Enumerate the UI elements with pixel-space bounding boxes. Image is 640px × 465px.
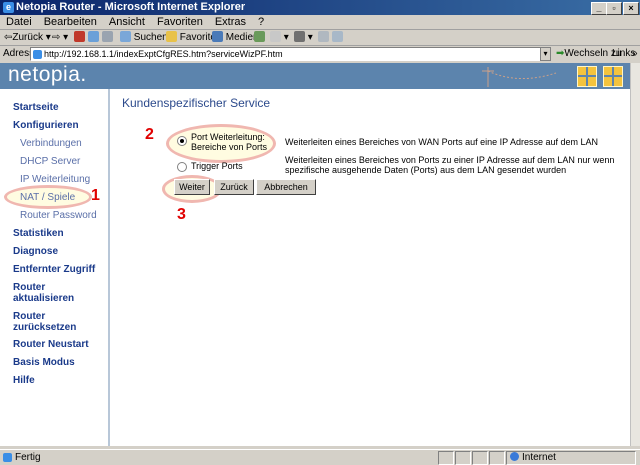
status-bar: Fertig Internet bbox=[0, 449, 640, 465]
port-forwarding-radio[interactable] bbox=[177, 136, 187, 146]
status-panel-3 bbox=[472, 451, 488, 465]
media-button[interactable]: Medien bbox=[212, 30, 259, 45]
home-icon[interactable] bbox=[102, 30, 113, 45]
toolbar: ⇦Zurück ▾ ⇨ ▾ Suchen Favoriten Medien ▾ … bbox=[0, 30, 640, 46]
annotation-number-2: 2 bbox=[145, 126, 154, 143]
sidebar-item-router-neustart[interactable]: Router Neustart bbox=[13, 339, 89, 350]
page-icon bbox=[33, 50, 42, 59]
address-dropdown-button[interactable]: ▾ bbox=[540, 47, 551, 61]
globe-icon bbox=[510, 452, 519, 461]
window-title-bar: e Netopia Router - Microsoft Internet Ex… bbox=[0, 0, 640, 15]
search-icon bbox=[120, 31, 131, 42]
main-content: Kundenspezifischer Service 2 Port Weiter… bbox=[110, 89, 630, 446]
menu-help[interactable]: ? bbox=[258, 16, 264, 28]
sidebar-item-verbindungen[interactable]: Verbindungen bbox=[20, 138, 82, 149]
back-nav-button[interactable]: Zurück bbox=[214, 179, 254, 195]
sidebar-item-konfigurieren[interactable]: Konfigurieren bbox=[13, 120, 79, 131]
menu-bar: Datei Bearbeiten Ansicht Favoriten Extras? bbox=[0, 15, 640, 30]
port-forwarding-label[interactable]: Port Weiterleitung: Bereiche von Ports bbox=[191, 132, 267, 152]
menu-bearbeiten[interactable]: Bearbeiten bbox=[44, 16, 97, 28]
status-page-icon bbox=[3, 450, 12, 465]
trigger-ports-label[interactable]: Trigger Ports bbox=[191, 161, 243, 171]
trigger-ports-radio[interactable] bbox=[177, 162, 187, 172]
next-button[interactable]: Weiter bbox=[174, 179, 210, 195]
mail-icon[interactable]: ▾ bbox=[270, 30, 289, 45]
antenna-graphic-icon bbox=[482, 67, 557, 87]
cancel-button[interactable]: Abbrechen bbox=[256, 179, 316, 195]
back-button[interactable]: ⇦Zurück ▾ bbox=[4, 30, 51, 45]
menu-favoriten[interactable]: Favoriten bbox=[157, 16, 203, 28]
sidebar-item-statistiken[interactable]: Statistiken bbox=[13, 228, 64, 239]
window-title: Netopia Router - Microsoft Internet Expl… bbox=[16, 1, 246, 13]
sidebar-item-startseite[interactable]: Startseite bbox=[13, 102, 59, 113]
edit-icon[interactable] bbox=[318, 30, 329, 45]
maximize-button[interactable]: ▫ bbox=[606, 2, 622, 15]
history-icon[interactable] bbox=[254, 30, 265, 45]
address-input[interactable]: http://192.168.1.1/indexExptCfgRES.htm?s… bbox=[30, 47, 550, 61]
messenger-icon[interactable] bbox=[332, 30, 343, 45]
status-panel-1 bbox=[438, 451, 454, 465]
menu-extras[interactable]: Extras bbox=[215, 16, 246, 28]
sidebar-item-entfernter-zugriff[interactable]: Entfernter Zugriff bbox=[13, 264, 95, 275]
sidebar-item-nat-spiele[interactable]: NAT / Spiele bbox=[20, 192, 75, 203]
port-forwarding-description: Weiterleiten eines Bereiches von WAN Por… bbox=[285, 137, 598, 147]
site-header: netopia. bbox=[0, 63, 630, 89]
sidebar-item-router-zuruecksetzen[interactable]: Router zurücksetzen bbox=[13, 311, 93, 333]
sidebar-item-router-aktualisieren[interactable]: Router aktualisieren bbox=[13, 282, 93, 304]
status-text: Fertig bbox=[15, 452, 41, 463]
page-title: Kundenspezifischer Service bbox=[122, 96, 271, 110]
status-panel-4 bbox=[489, 451, 505, 465]
vertical-scrollbar[interactable] bbox=[630, 63, 640, 446]
menu-ansicht[interactable]: Ansicht bbox=[109, 16, 145, 28]
address-bar: Adresse http://192.168.1.1/indexExptCfgR… bbox=[0, 46, 640, 62]
sidebar-item-basis-modus[interactable]: Basis Modus bbox=[13, 357, 75, 368]
print-icon[interactable]: ▾ bbox=[294, 30, 313, 45]
forward-button[interactable]: ⇨ ▾ bbox=[52, 30, 68, 45]
sidebar: Startseite Konfigurieren Verbindungen DH… bbox=[0, 89, 110, 446]
menu-datei[interactable]: Datei bbox=[6, 16, 32, 28]
zone-panel: Internet bbox=[506, 451, 636, 465]
media-icon bbox=[212, 31, 223, 42]
sidebar-item-ip-weiterleitung[interactable]: IP Weiterleitung bbox=[20, 174, 90, 185]
trigger-ports-description: Weiterleiten eines Bereiches von Ports z… bbox=[285, 155, 615, 175]
sidebar-item-diagnose[interactable]: Diagnose bbox=[13, 246, 58, 257]
sidebar-item-dhcp-server[interactable]: DHCP Server bbox=[20, 156, 80, 167]
favorites-icon bbox=[166, 31, 177, 42]
minimize-button[interactable]: _ bbox=[591, 2, 607, 15]
sidebar-item-hilfe[interactable]: Hilfe bbox=[13, 375, 35, 386]
refresh-icon[interactable] bbox=[88, 30, 99, 45]
close-button[interactable]: × bbox=[623, 2, 639, 15]
sidebar-item-router-password[interactable]: Router Password bbox=[20, 210, 97, 221]
annotation-number-3: 3 bbox=[177, 206, 186, 223]
annotation-number-1: 1 bbox=[91, 187, 100, 204]
stop-icon[interactable] bbox=[74, 30, 85, 45]
search-button[interactable]: Suchen bbox=[120, 30, 168, 45]
ie-logo-icon: e bbox=[3, 2, 14, 13]
netopia-logo: netopia. bbox=[8, 63, 87, 86]
status-panel-2 bbox=[455, 451, 471, 465]
window-left-graphic bbox=[577, 66, 597, 87]
window-right-graphic bbox=[603, 66, 623, 87]
links-chevron-icon[interactable]: » bbox=[632, 46, 638, 62]
